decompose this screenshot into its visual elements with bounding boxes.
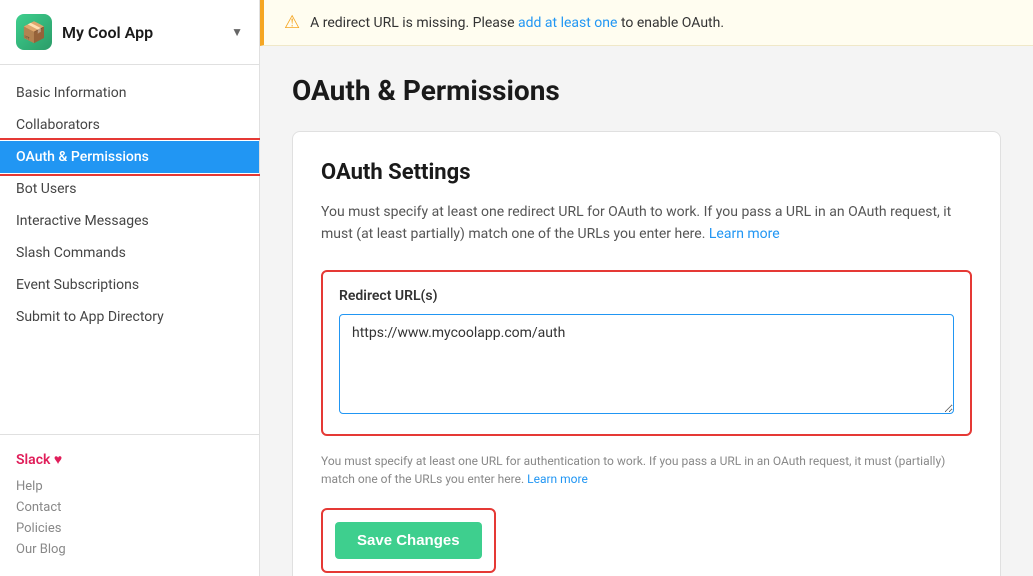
helper-text-content: You must specify at least one URL for au… [321,454,945,486]
oauth-settings-card: OAuth Settings You must specify at least… [292,131,1001,576]
sidebar-item-submit-app-directory[interactable]: Submit to App Directory [0,301,259,333]
alert-text-before: A redirect URL is missing. Please [310,15,514,31]
sidebar-item-slash-commands[interactable]: Slash Commands [0,237,259,269]
sidebar-item-bot-users[interactable]: Bot Users [0,173,259,205]
footer-link-contact[interactable]: Contact [16,497,243,518]
app-name: My Cool App [62,23,231,42]
footer-link-policies[interactable]: Policies [16,518,243,539]
sidebar-item-collaborators[interactable]: Collaborators [0,109,259,141]
save-changes-button[interactable]: Save Changes [335,522,482,559]
app-header[interactable]: 📦 My Cool App ▼ [0,0,259,65]
redirect-url-form-section: Redirect URL(s) [321,270,972,436]
alert-banner: ⚠ A redirect URL is missing. Please add … [260,0,1033,46]
alert-text: A redirect URL is missing. Please add at… [310,15,724,31]
learn-more-link-1[interactable]: Learn more [709,226,780,242]
sidebar-nav: Basic Information Collaborators OAuth & … [0,65,259,434]
helper-text: You must specify at least one URL for au… [321,452,972,488]
page-content: OAuth & Permissions OAuth Settings You m… [260,46,1033,576]
sidebar-item-interactive-messages[interactable]: Interactive Messages [0,205,259,237]
card-description: You must specify at least one redirect U… [321,201,972,246]
save-section: Save Changes [321,508,496,573]
app-icon: 📦 [16,14,52,50]
sidebar-item-event-subscriptions[interactable]: Event Subscriptions [0,269,259,301]
warning-icon: ⚠ [284,12,300,33]
sidebar-item-oauth-permissions[interactable]: OAuth & Permissions [0,141,259,173]
card-title: OAuth Settings [321,160,972,185]
main-content: ⚠ A redirect URL is missing. Please add … [260,0,1033,576]
dropdown-arrow-icon: ▼ [231,25,243,39]
page-title: OAuth & Permissions [292,74,1001,107]
redirect-url-textarea[interactable] [339,314,954,414]
slack-brand: Slack ♥ [16,451,243,468]
footer-link-blog[interactable]: Our Blog [16,539,243,560]
alert-text-after: to enable OAuth. [621,15,724,31]
alert-link[interactable]: add at least one [518,15,617,31]
card-description-text: You must specify at least one redirect U… [321,204,951,242]
learn-more-link-2[interactable]: Learn more [527,472,588,486]
redirect-url-label: Redirect URL(s) [339,288,954,304]
sidebar-footer: Slack ♥ Help Contact Policies Our Blog [0,434,259,576]
sidebar-item-basic-information[interactable]: Basic Information [0,77,259,109]
sidebar: 📦 My Cool App ▼ Basic Information Collab… [0,0,260,576]
footer-link-help[interactable]: Help [16,476,243,497]
